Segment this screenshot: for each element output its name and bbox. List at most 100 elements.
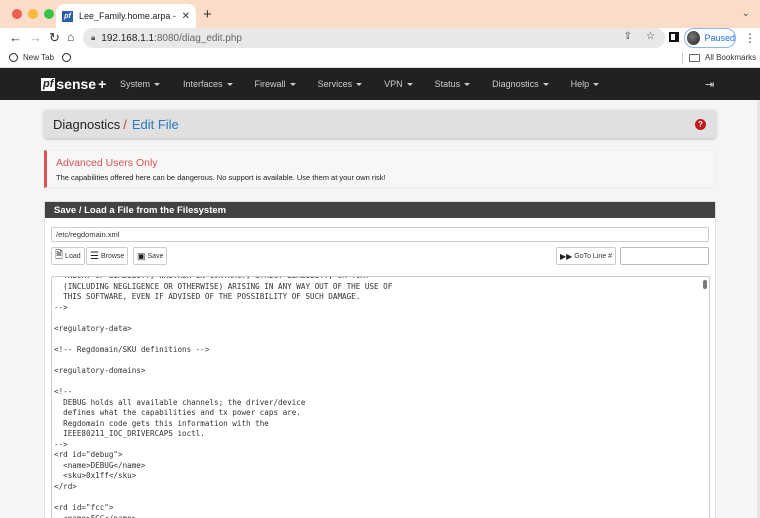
reload-icon[interactable]: ↻: [49, 30, 60, 46]
editor-line: -->: [54, 439, 68, 449]
profile-status: Paused: [704, 33, 735, 43]
caret-down-icon: [593, 82, 600, 86]
caret-down-icon: [154, 82, 161, 86]
load-button[interactable]: 🗎 Load: [51, 247, 85, 265]
editor-line: <name>DEBUG</name>: [54, 460, 146, 470]
forward-icon[interactable]: →: [29, 30, 42, 45]
browser-window: pf Lee_Family.home.arpa - Diagn ✕ + ⌄ ← …: [0, 0, 760, 518]
file-path-input[interactable]: [51, 227, 709, 242]
browser-tab[interactable]: pf Lee_Family.home.arpa - Diagn ✕: [56, 4, 196, 28]
back-icon[interactable]: ←: [9, 30, 22, 45]
caret-down-icon: [464, 82, 471, 86]
folder-icon: [689, 53, 700, 62]
side-panel-icon[interactable]: [669, 32, 679, 42]
menu-status[interactable]: Status: [435, 79, 471, 89]
browse-button[interactable]: ☰ Browse: [86, 247, 129, 265]
editor-scrollbar[interactable]: [703, 280, 707, 289]
help-icon[interactable]: ?: [695, 119, 706, 130]
browse-label: Browse: [100, 252, 125, 260]
editor-code: THEORY OF LIABILITY, WHETHER IN CONTRACT…: [54, 277, 393, 518]
editor-line: <!-- Regdomain/SKU definitions -->: [54, 344, 210, 354]
menu-firewall[interactable]: Firewall: [255, 79, 296, 89]
alert-title: Advanced Users Only: [56, 157, 158, 169]
bookmarks-divider: [682, 52, 683, 64]
goto-label: GoTo Line #: [574, 252, 612, 260]
caret-down-icon: [289, 82, 296, 86]
pfsense-navbar: pf sense + System Interfaces Firewall Se…: [0, 68, 760, 100]
caret-down-icon: [542, 82, 549, 86]
window-controls: [12, 9, 54, 19]
bookmark-new-tab[interactable]: New Tab: [9, 53, 54, 62]
menu-help[interactable]: Help: [571, 79, 600, 89]
close-window-button[interactable]: [12, 9, 22, 19]
goto-line-button[interactable]: ▶▶ GoTo Line #: [555, 247, 616, 265]
profile-button[interactable]: Paused: [684, 28, 736, 48]
address-bar[interactable]: 🔒︎ 192.168.1.1:8080/diag_edit.php ⇪ ☆: [83, 28, 665, 48]
menu-services[interactable]: Services: [318, 79, 363, 89]
bookmark-globe[interactable]: [62, 53, 76, 62]
editor-line: THEORY OF LIABILITY, WHETHER IN CONTRACT…: [54, 277, 392, 282]
editor-line: <regulatory-data>: [54, 323, 132, 333]
goto-line-input[interactable]: [620, 247, 709, 265]
editor-line: (INCLUDING NEGLIGENCE OR OTHERWISE) ARIS…: [54, 281, 393, 291]
maximize-window-button[interactable]: [44, 9, 54, 19]
editor-line: -->: [54, 302, 68, 312]
share-icon[interactable]: ⇪: [624, 31, 632, 42]
logo-pf: pf: [41, 77, 56, 91]
sign-out-icon[interactable]: ⇥: [705, 78, 714, 91]
pfsense-favicon-icon: pf: [62, 10, 73, 22]
floppy-disk-icon: ▣: [137, 250, 146, 261]
panel-heading: Save / Load a File from the Filesystem: [45, 202, 715, 218]
new-tab-button[interactable]: +: [203, 6, 212, 23]
menu-diagnostics[interactable]: Diagnostics: [492, 79, 549, 89]
save-label: Save: [147, 252, 164, 260]
menu-system[interactable]: System: [120, 79, 161, 89]
bookmarks-bar: New Tab All Bookmarks: [0, 49, 760, 68]
menu-vpn[interactable]: VPN: [384, 79, 413, 89]
logo-sense: sense: [56, 76, 97, 92]
minimize-window-button[interactable]: [28, 9, 38, 19]
close-tab-icon[interactable]: ✕: [182, 11, 190, 22]
browser-menu-icon[interactable]: ⋮: [744, 31, 756, 45]
file-content-editor[interactable]: THEORY OF LIABILITY, WHETHER IN CONTRACT…: [51, 276, 710, 518]
caret-down-icon: [226, 82, 233, 86]
caret-down-icon: [356, 82, 363, 86]
url-path: :8080/diag_edit.php: [154, 32, 242, 44]
tab-strip: pf Lee_Family.home.arpa - Diagn ✕ + ⌄: [0, 0, 760, 28]
home-icon[interactable]: ⌂: [67, 30, 74, 44]
file-panel: Save / Load a File from the Filesystem 🗎…: [44, 201, 716, 518]
bookmark-star-icon[interactable]: ☆: [646, 31, 655, 42]
alert-text: The capabilities offered here can be dan…: [56, 173, 386, 182]
globe-icon: [9, 53, 18, 62]
save-button[interactable]: ▣ Save: [133, 247, 168, 265]
pfsense-logo[interactable]: pf sense +: [41, 76, 106, 92]
editor-line: <!--: [54, 387, 73, 397]
main-menu: System Interfaces Firewall Services VPN …: [120, 68, 600, 100]
list-icon: ☰: [90, 250, 99, 262]
editor-line: <regulatory-domains>: [54, 365, 146, 375]
editor-line: IEEE80211_IOC_DRIVERCAPS ioctl.: [54, 429, 205, 439]
menu-label: Diagnostics: [492, 79, 539, 89]
button-row: 🗎 Load ☰ Browse ▣ Save ▶▶ GoTo Line #: [51, 247, 709, 265]
editor-line: <sku>0x1ff</sku>: [54, 471, 137, 481]
menu-label: System: [120, 79, 151, 89]
editor-line: <rd id="fcc">: [54, 503, 114, 513]
menu-label: Help: [570, 79, 590, 89]
tab-title: Lee_Family.home.arpa - Diagn: [79, 11, 178, 21]
warning-alert: Advanced Users Only The capabilities off…: [44, 150, 716, 188]
menu-label: Status: [434, 79, 461, 89]
logo-plus: +: [98, 76, 107, 92]
editor-line: defines what the capabilities and tx pow…: [54, 408, 301, 418]
breadcrumb-diagnostics[interactable]: Diagnostics: [53, 117, 120, 132]
menu-label: VPN: [384, 79, 403, 89]
menu-interfaces[interactable]: Interfaces: [183, 79, 233, 89]
editor-line: <name>FCC</name>: [54, 514, 392, 518]
url-host: 192.168.1.1: [101, 32, 155, 44]
all-bookmarks-button[interactable]: All Bookmarks: [689, 53, 756, 62]
browser-toolbar: ← → ↻ ⌂ 🔒︎ 192.168.1.1:8080/diag_edit.ph…: [0, 28, 760, 49]
lock-icon: 🔒︎: [91, 33, 96, 42]
breadcrumb-edit-file[interactable]: Edit File: [132, 117, 179, 132]
tab-search-chevron-icon[interactable]: ⌄: [742, 8, 750, 19]
